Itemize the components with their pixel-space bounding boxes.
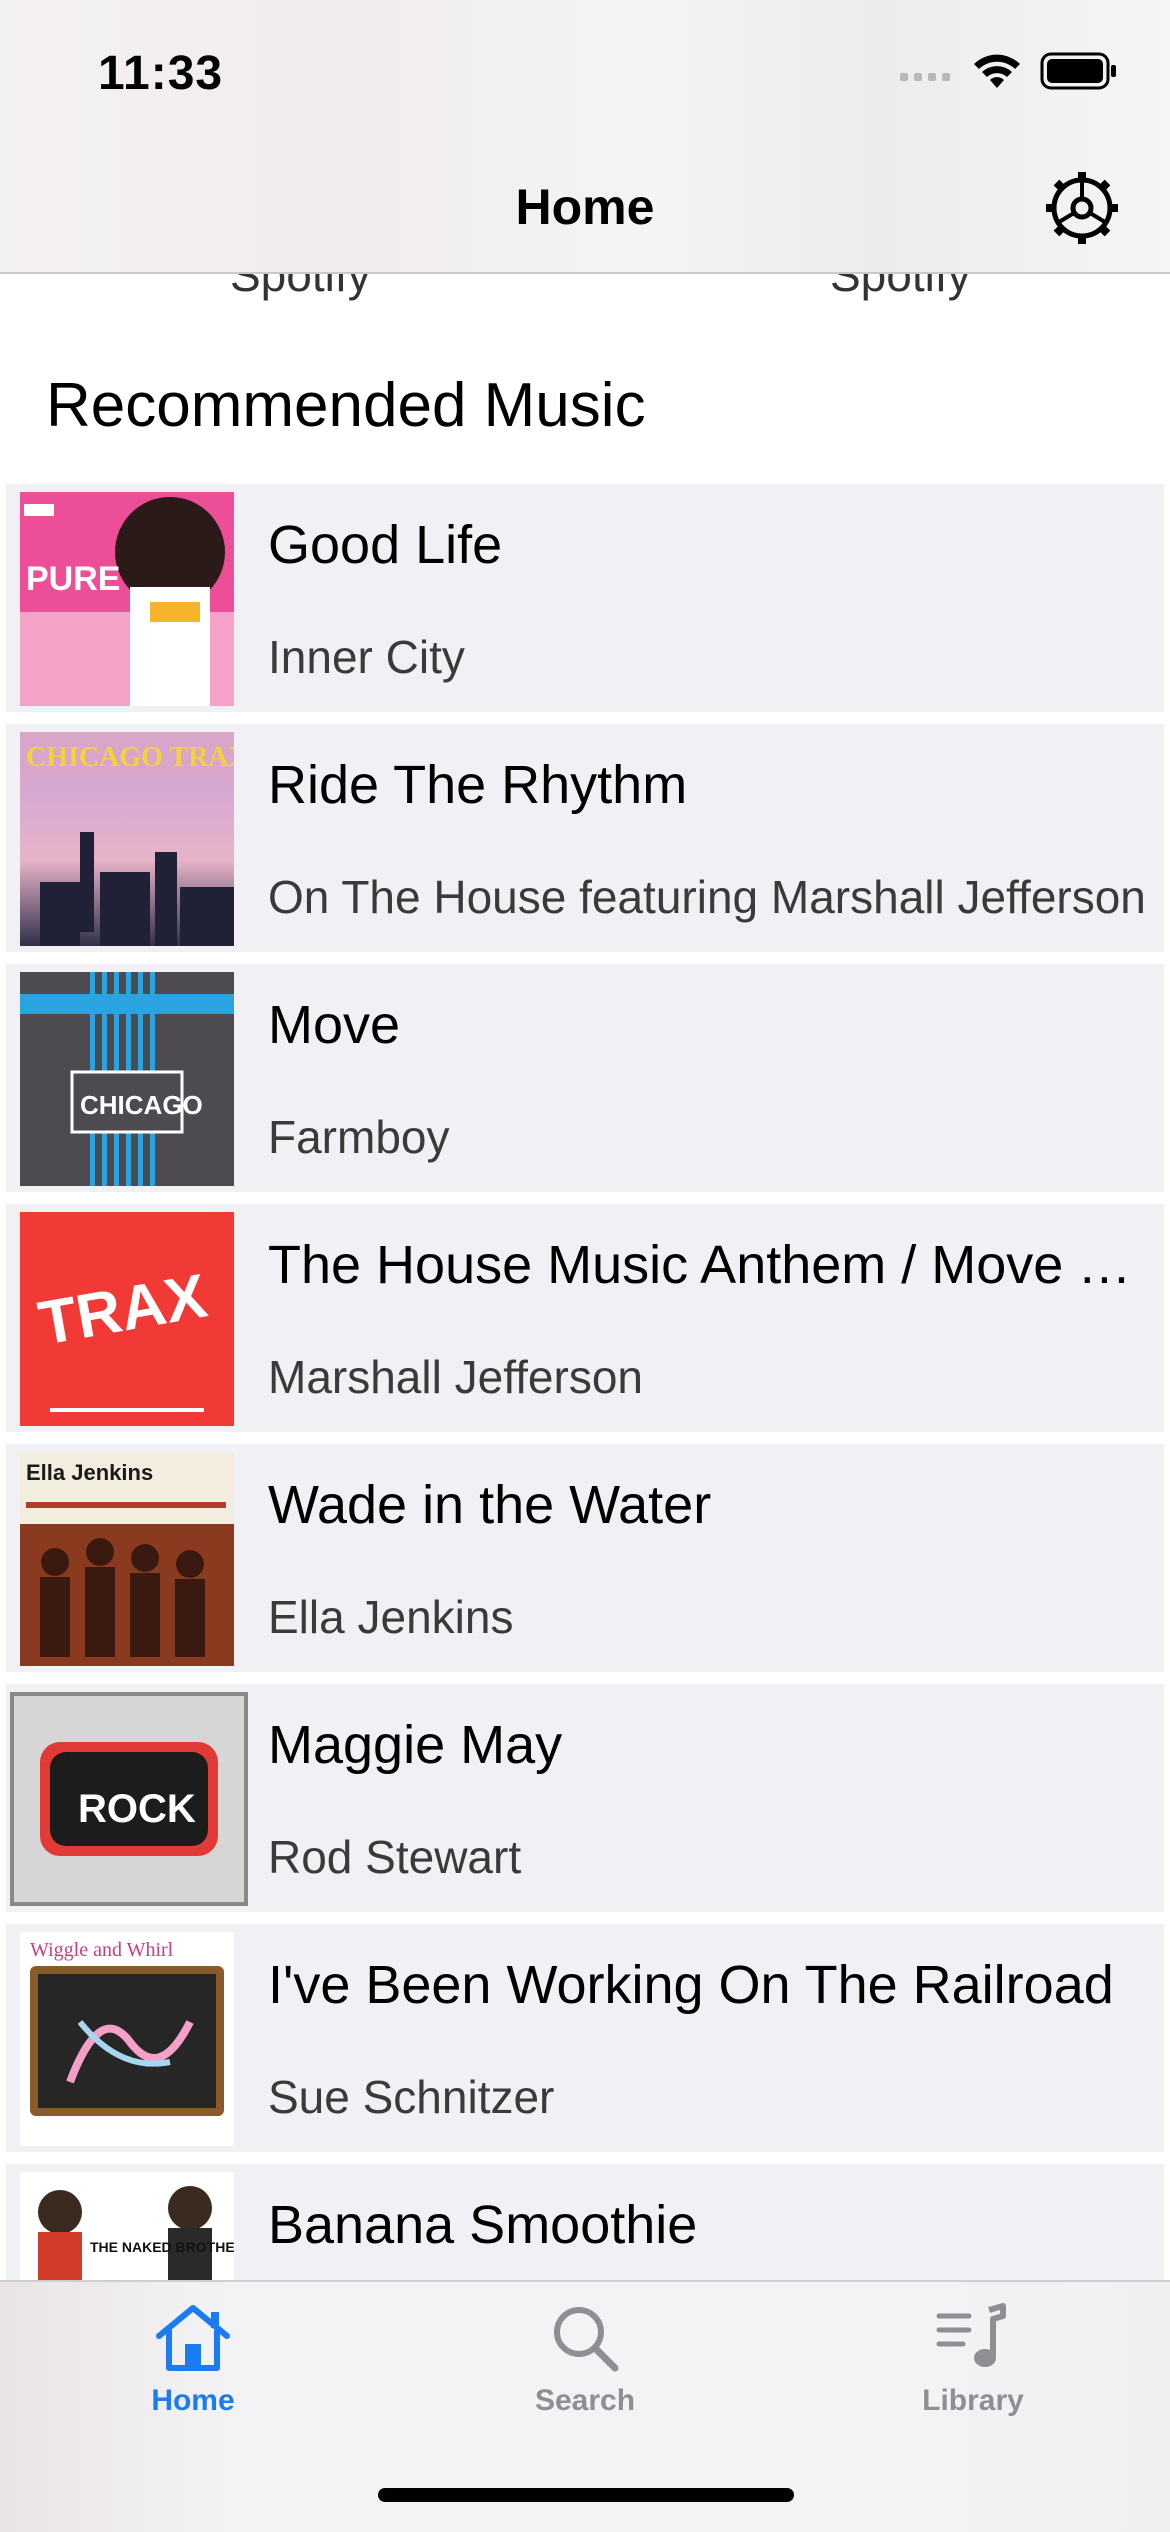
- pure-80s-pop-album-art: PURE: [20, 492, 234, 706]
- settings-gear-icon[interactable]: [1042, 168, 1122, 248]
- art-text: THE NAKED BROTHERS BAND: [90, 2239, 234, 2255]
- song-row[interactable]: THE NAKED BROTHERS BAND Banana Smoothie: [6, 2164, 1164, 2280]
- house-icon: [156, 2305, 230, 2371]
- section-title: Recommended Music: [46, 371, 646, 440]
- cut-label-left[interactable]: Spotify: [230, 274, 371, 302]
- song-row[interactable]: Wiggle and Whirl I've Been Working On Th…: [6, 1924, 1164, 2152]
- classic-rock-album-art: ROCK: [10, 1692, 248, 1906]
- previous-section-cut-row: Spotify Spotify: [0, 274, 1170, 308]
- song-title: The House Music Anthem / Move Y...: [268, 1235, 1148, 1295]
- trax-records-album-art: TRAX: [20, 1212, 234, 1426]
- song-title: Banana Smoothie: [268, 2195, 698, 2255]
- naked-brothers-band-album-art: THE NAKED BROTHERS BAND: [20, 2172, 234, 2280]
- song-row[interactable]: ROCK Maggie May Rod Stewart: [6, 1684, 1164, 1912]
- song-row[interactable]: TRAX The House Music Anthem / Move Y... …: [6, 1204, 1164, 1432]
- tab-home-label: Home: [151, 2384, 235, 2417]
- cut-label-right[interactable]: Spotify: [830, 274, 971, 302]
- song-row[interactable]: CHICAGO TRAX Ride The Rhythm On The Hous…: [6, 724, 1164, 952]
- cellular-signal-icon: [900, 73, 950, 81]
- page-title: Home: [515, 179, 655, 235]
- tab-home[interactable]: Home: [93, 2302, 293, 2418]
- album-art: TRAX: [20, 1212, 234, 1426]
- song-title: Good Life: [268, 515, 503, 575]
- song-artist: On The House featuring Marshall Jefferso…: [268, 871, 1146, 923]
- status-time: 11:33: [98, 47, 224, 100]
- home-indicator: [378, 2488, 794, 2502]
- house-sound-of-chicago-album-art: CHICAGO: [20, 972, 234, 1186]
- wiggle-and-whirl-album-art: Wiggle and Whirl: [20, 1932, 234, 2146]
- song-title: Maggie May: [268, 1715, 563, 1775]
- chicago-trax-album-art: CHICAGO TRAX: [20, 732, 234, 946]
- album-art: CHICAGO TRAX: [20, 732, 234, 946]
- battery-icon: [1040, 52, 1116, 90]
- tab-library[interactable]: Library: [873, 2302, 1073, 2418]
- album-art: Ella Jenkins: [20, 1452, 234, 1666]
- album-art: CHICAGO: [20, 972, 234, 1186]
- song-artist: Sue Schnitzer: [268, 2071, 555, 2123]
- tab-library-label: Library: [922, 2384, 1024, 2417]
- album-art: ROCK: [10, 1692, 248, 1906]
- wifi-icon: [974, 54, 1020, 88]
- song-title: Ride The Rhythm: [268, 755, 688, 815]
- song-row[interactable]: CHICAGO Move Farmboy: [6, 964, 1164, 1192]
- art-text: CHICAGO TRAX: [26, 742, 234, 773]
- magnifier-icon: [554, 2307, 619, 2372]
- tab-search[interactable]: Search: [485, 2302, 685, 2418]
- album-art: PURE: [20, 492, 234, 706]
- song-artist: Farmboy: [268, 1111, 450, 1163]
- song-row[interactable]: PURE Good Life Inner City: [6, 484, 1164, 712]
- art-text: CHICAGO: [80, 1090, 203, 1120]
- tab-search-label: Search: [534, 2384, 636, 2417]
- song-artist: Ella Jenkins: [268, 1591, 514, 1643]
- song-title: I've Been Working On The Railroad: [268, 1955, 1114, 2015]
- status-icons: [900, 52, 1118, 90]
- art-text: Ella Jenkins: [26, 1460, 153, 1485]
- art-text: Wiggle and Whirl: [30, 1939, 174, 1961]
- album-art: Wiggle and Whirl: [20, 1932, 234, 2146]
- song-row[interactable]: Ella Jenkins Wade in the Water Ella Jenk…: [6, 1444, 1164, 1672]
- song-title: Move: [268, 995, 401, 1055]
- music-library-icon: [936, 2303, 1006, 2367]
- song-title: Wade in the Water: [268, 1475, 712, 1535]
- header: 11:33 Home: [0, 0, 1170, 274]
- song-artist: Rod Stewart: [268, 1831, 522, 1883]
- recommended-music-list: PURE Good Life Inner City CHICAGO TRAX R…: [6, 484, 1164, 2280]
- art-text: PURE: [26, 560, 120, 598]
- album-art: THE NAKED BROTHERS BAND: [20, 2172, 234, 2280]
- art-text: ROCK: [78, 1787, 196, 1831]
- ella-jenkins-album-art: Ella Jenkins: [20, 1452, 234, 1666]
- song-artist: Marshall Jefferson: [268, 1351, 643, 1403]
- home-scroll-content[interactable]: Spotify Spotify Recommended Music PURE G…: [0, 274, 1170, 2280]
- song-artist: Inner City: [268, 631, 465, 683]
